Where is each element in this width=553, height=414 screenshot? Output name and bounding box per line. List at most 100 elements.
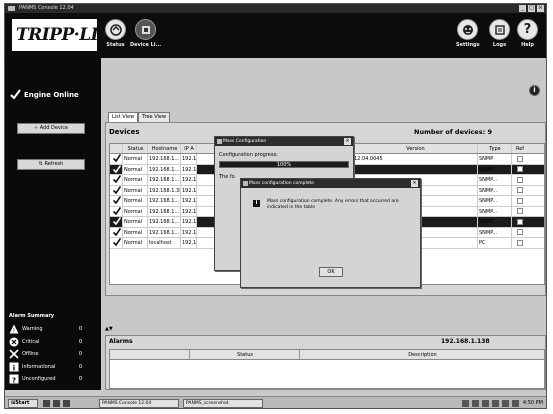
checkbox[interactable] <box>517 155 523 162</box>
checkmark-icon <box>10 89 21 100</box>
taskbar-item[interactable]: PANMS Console 12.04 <box>99 399 179 408</box>
checkbox[interactable] <box>517 187 523 193</box>
row-status-check <box>110 227 123 237</box>
dialog-icon <box>243 181 248 186</box>
alarm-row-informational[interactable]: i Informational 0 <box>9 361 97 374</box>
row-ip: 192.1 <box>182 227 197 237</box>
row-status-check <box>110 164 123 174</box>
checkbox[interactable] <box>517 166 523 172</box>
dialog-icon <box>217 139 222 144</box>
dialog-message: Mass configuration complete. Any errors … <box>267 199 399 210</box>
row-status-check <box>110 238 123 248</box>
alarm-row-unconfigured[interactable]: ? Unconfigured 0 <box>9 373 97 386</box>
column-header[interactable]: Status <box>123 144 148 153</box>
dialog-title-bar[interactable]: Mass Configuration × <box>215 137 353 146</box>
info-icon[interactable]: i <box>529 85 540 96</box>
refresh-button[interactable]: ⇅ Refresh <box>17 159 85 170</box>
alarm-row-warning[interactable]: ! Warning 0 <box>9 323 97 336</box>
quick-launch-icon[interactable] <box>43 400 50 407</box>
row-hostname: 192.168.1... <box>149 206 181 216</box>
dialog-title-bar[interactable]: Mass configuration complete × <box>241 179 420 188</box>
maximize-button[interactable]: □ <box>528 5 535 12</box>
checkbox[interactable] <box>517 197 523 204</box>
row-ip: 192.1 <box>181 217 197 227</box>
title-bar[interactable]: PANMS Console 12.04 _ □ × <box>5 4 546 13</box>
row-status: Normal <box>123 164 148 174</box>
row-refresh-checkbox[interactable] <box>512 186 527 196</box>
add-device-label: Add Device <box>39 125 69 131</box>
alarm-row-critical[interactable]: Critical 0 <box>9 336 97 349</box>
alarm-summary: Alarm Summary ! Warning 0 Critical 0 Off… <box>9 313 97 386</box>
alarm-summary-title: Alarm Summary <box>9 313 55 319</box>
view-tabs: List View Tree View <box>108 112 171 122</box>
checkbox[interactable] <box>517 176 523 183</box>
logs-button-label: Logs <box>492 42 507 48</box>
column-header[interactable] <box>110 144 123 153</box>
start-button[interactable]: ⊞Start <box>8 399 38 408</box>
alarms-table-header: Status Description <box>110 350 544 360</box>
checkbox[interactable] <box>517 239 523 246</box>
add-device-button[interactable]: + Add Device <box>17 123 85 134</box>
row-refresh-checkbox[interactable] <box>512 154 527 164</box>
row-refresh-checkbox[interactable] <box>512 175 527 185</box>
column-header[interactable]: IP A <box>181 144 197 153</box>
column-header[interactable]: Ref <box>512 144 527 153</box>
status-button[interactable]: Status <box>105 19 126 48</box>
tab-list-view[interactable]: List View <box>108 112 139 122</box>
plus-icon: + <box>33 125 39 131</box>
status-button-label: Status <box>106 42 125 48</box>
svg-text:!: ! <box>13 328 15 335</box>
tray-icon[interactable] <box>462 400 469 407</box>
column-header[interactable]: Hostname <box>148 144 181 153</box>
checkbox[interactable] <box>517 218 523 225</box>
row-hostname: 192.168.1... <box>148 217 181 227</box>
tray-icon[interactable] <box>512 400 519 407</box>
device-list-button[interactable]: Device Li... <box>130 19 161 48</box>
tray-icon[interactable] <box>492 400 499 407</box>
alarms-title: Alarms <box>109 338 133 345</box>
alarms-splitter[interactable]: ▲▼ <box>105 326 546 335</box>
quick-launch-icon[interactable] <box>53 400 60 407</box>
help-button-label: Help <box>521 42 534 48</box>
checkbox[interactable] <box>517 229 523 235</box>
checkmark-icon <box>112 175 121 184</box>
column-header[interactable] <box>110 350 190 359</box>
logs-button[interactable]: Logs <box>489 19 510 48</box>
close-window-button[interactable]: × <box>537 5 544 12</box>
column-header[interactable]: Description <box>300 350 544 359</box>
alarm-count: 0 <box>78 338 82 345</box>
settings-button[interactable]: Settings <box>456 19 480 48</box>
close-icon[interactable]: × <box>411 180 418 187</box>
row-status-check <box>110 217 123 227</box>
row-ip: 192.1 <box>182 154 197 164</box>
tab-tree-view[interactable]: Tree View <box>138 112 171 122</box>
row-hostname: localhost <box>148 238 181 248</box>
row-refresh-checkbox[interactable] <box>512 238 527 248</box>
ok-button[interactable]: OK <box>319 267 343 277</box>
close-icon[interactable]: × <box>344 138 351 145</box>
minimize-button[interactable]: _ <box>519 5 526 12</box>
checkmark-icon <box>112 206 121 215</box>
column-header[interactable]: Version <box>353 144 478 153</box>
alarm-label: Warning <box>22 326 43 333</box>
row-refresh-checkbox[interactable] <box>512 228 527 238</box>
alarm-row-offline[interactable]: Offline 0 <box>9 348 97 361</box>
alarm-label: Offline <box>22 351 39 358</box>
row-hostname: 192.168.1... <box>149 154 181 164</box>
help-button[interactable]: ? Help <box>517 19 538 48</box>
tray-icon[interactable] <box>472 400 479 407</box>
checkmark-icon <box>112 185 121 194</box>
row-refresh-checkbox[interactable] <box>512 217 527 227</box>
column-header[interactable]: Type <box>478 144 512 153</box>
taskbar-item[interactable]: PANMS_screenshot <box>183 399 263 408</box>
row-refresh-checkbox[interactable] <box>512 196 527 206</box>
row-refresh-checkbox[interactable] <box>512 165 527 175</box>
row-status: Normal <box>123 227 148 237</box>
app-window: PANMS Console 12.04 _ □ × TRIPP·LITE Sta… <box>4 3 547 409</box>
row-refresh-checkbox[interactable] <box>512 207 527 217</box>
tray-icon[interactable] <box>502 400 509 407</box>
checkbox[interactable] <box>517 208 523 214</box>
column-header[interactable]: Status <box>190 350 300 359</box>
tray-icon[interactable] <box>482 400 489 407</box>
quick-launch-icon[interactable] <box>63 400 70 407</box>
